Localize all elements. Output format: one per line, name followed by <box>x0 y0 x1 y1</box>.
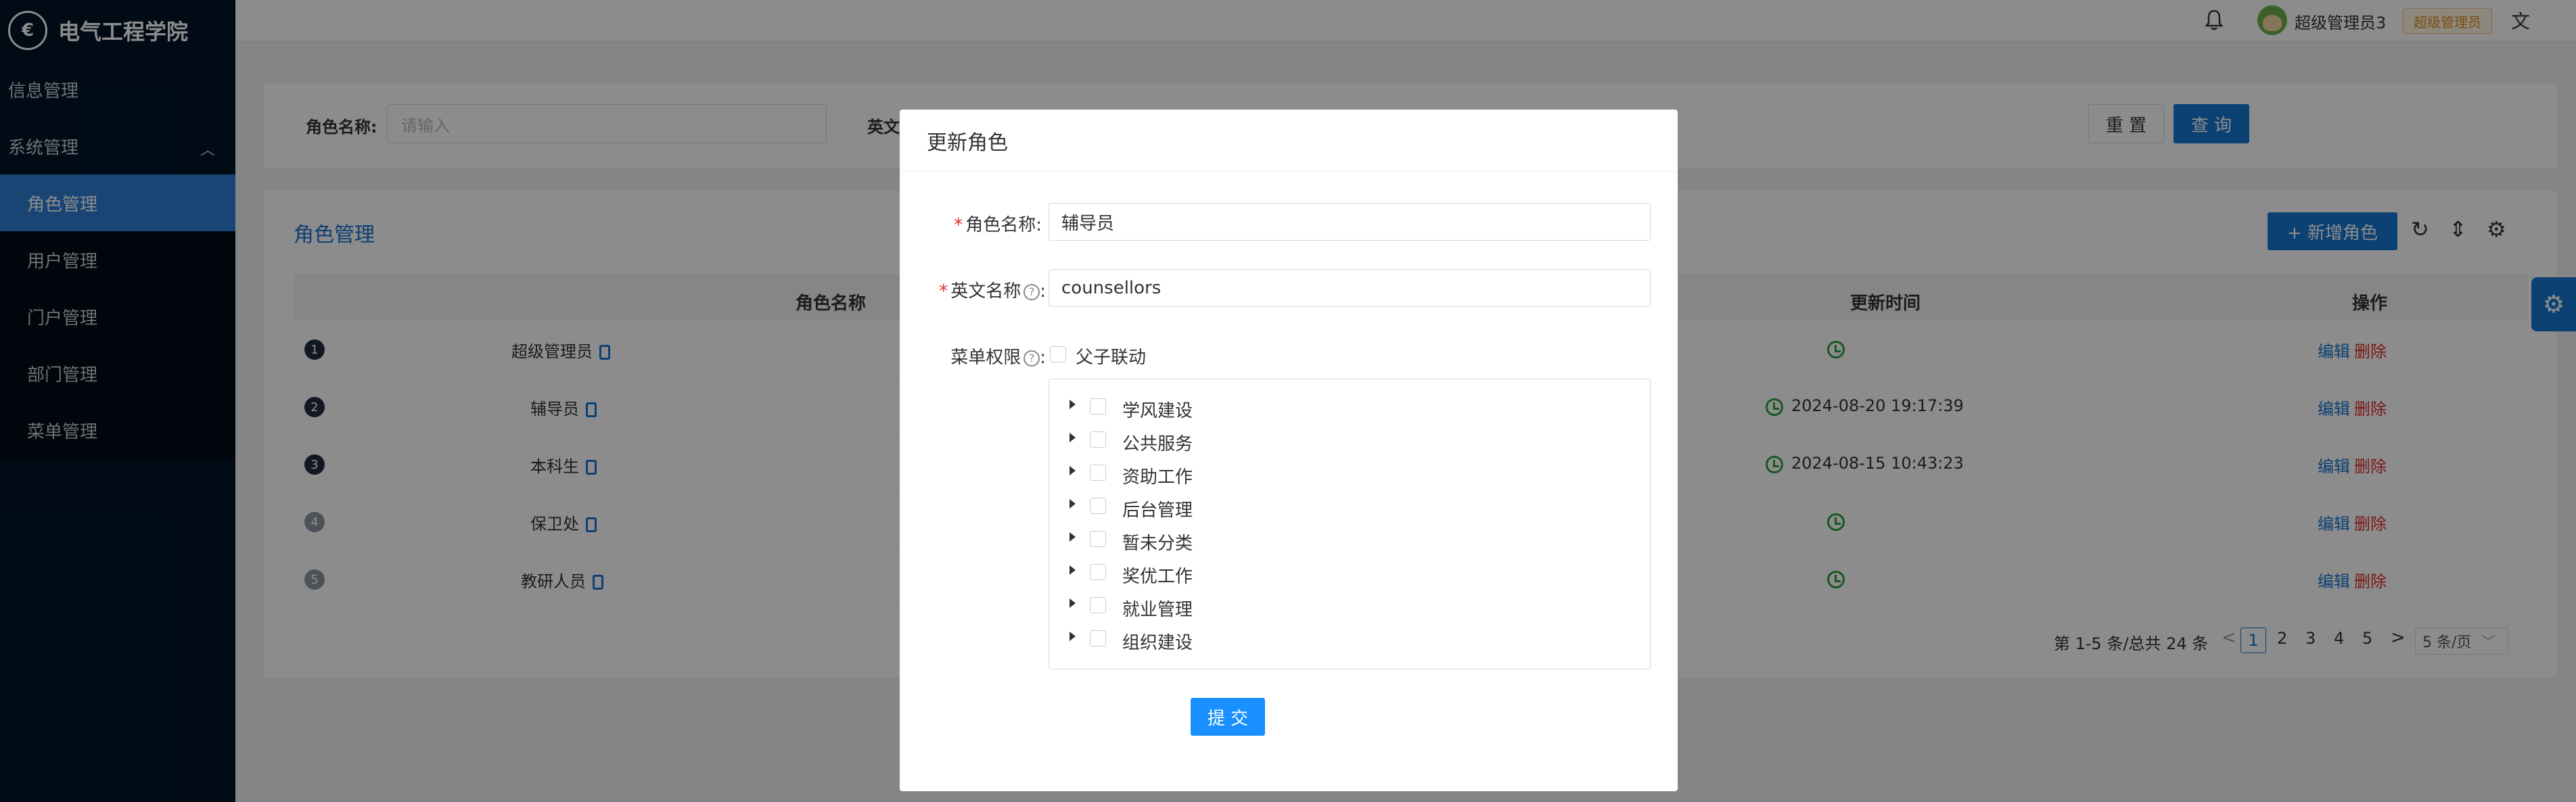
tree-node[interactable]: 资助工作 <box>1049 456 1650 490</box>
role-name-field[interactable]: 辅导员 <box>1049 203 1651 241</box>
caret-right-icon[interactable] <box>1070 466 1076 475</box>
caret-right-icon[interactable] <box>1070 400 1076 409</box>
question-circle-icon[interactable]: ? <box>1024 350 1040 367</box>
tree-checkbox[interactable] <box>1090 498 1106 514</box>
tree-node-label: 奖优工作 <box>1122 567 1193 587</box>
submit-button[interactable]: 提 交 <box>1191 698 1265 736</box>
question-circle-icon[interactable]: ? <box>1024 283 1040 300</box>
tree-node-label: 暂未分类 <box>1122 534 1193 554</box>
menu-permission-label: 菜单权限?: <box>950 348 1046 368</box>
caret-right-icon[interactable] <box>1070 598 1076 608</box>
english-name-field[interactable]: counsellors <box>1049 269 1651 307</box>
tree-node[interactable]: 暂未分类 <box>1049 523 1650 556</box>
tree-node[interactable]: 公共服务 <box>1049 423 1650 456</box>
tree-checkbox[interactable] <box>1090 465 1106 481</box>
tree-checkbox[interactable] <box>1090 398 1106 415</box>
tree-node-label: 就业管理 <box>1122 600 1193 620</box>
parent-child-linkage-checkbox[interactable] <box>1050 346 1066 362</box>
tree-checkbox[interactable] <box>1090 531 1106 547</box>
tree-node-label: 组织建设 <box>1122 633 1193 653</box>
tree-node-label: 学风建设 <box>1122 401 1193 421</box>
caret-right-icon[interactable] <box>1070 565 1076 575</box>
tree-node[interactable]: 后台管理 <box>1049 490 1650 523</box>
caret-right-icon[interactable] <box>1070 499 1076 509</box>
tree-node-label: 后台管理 <box>1122 500 1193 521</box>
caret-right-icon[interactable] <box>1070 433 1076 442</box>
tree-node-label: 资助工作 <box>1122 467 1193 488</box>
modal-title: 更新角色 <box>900 110 1678 172</box>
tree-node[interactable]: 奖优工作 <box>1049 556 1650 589</box>
caret-right-icon[interactable] <box>1070 632 1076 641</box>
tree-checkbox[interactable] <box>1090 597 1106 613</box>
tree-checkbox[interactable] <box>1090 431 1106 448</box>
tree-node[interactable]: 就业管理 <box>1049 589 1650 622</box>
linkage-label: 父子联动 <box>1076 348 1147 368</box>
tree-node[interactable]: 组织建设 <box>1049 622 1650 655</box>
tree-checkbox[interactable] <box>1090 564 1106 580</box>
menu-tree: 学风建设 公共服务 资助工作 后台管理 暂未分类 奖优工作 就业管理 组织建设 <box>1049 379 1651 669</box>
tree-node-label: 公共服务 <box>1122 434 1193 454</box>
caret-right-icon[interactable] <box>1070 532 1076 542</box>
role-name-field-label: * 角色名称: <box>954 215 1042 235</box>
english-name-field-label: * 英文名称?: <box>939 281 1046 302</box>
tree-checkbox[interactable] <box>1090 630 1106 646</box>
update-role-modal: 更新角色 * 角色名称: 辅导员 * 英文名称?: counsellors 菜单权限… <box>900 110 1678 791</box>
tree-node[interactable]: 学风建设 <box>1049 390 1650 423</box>
